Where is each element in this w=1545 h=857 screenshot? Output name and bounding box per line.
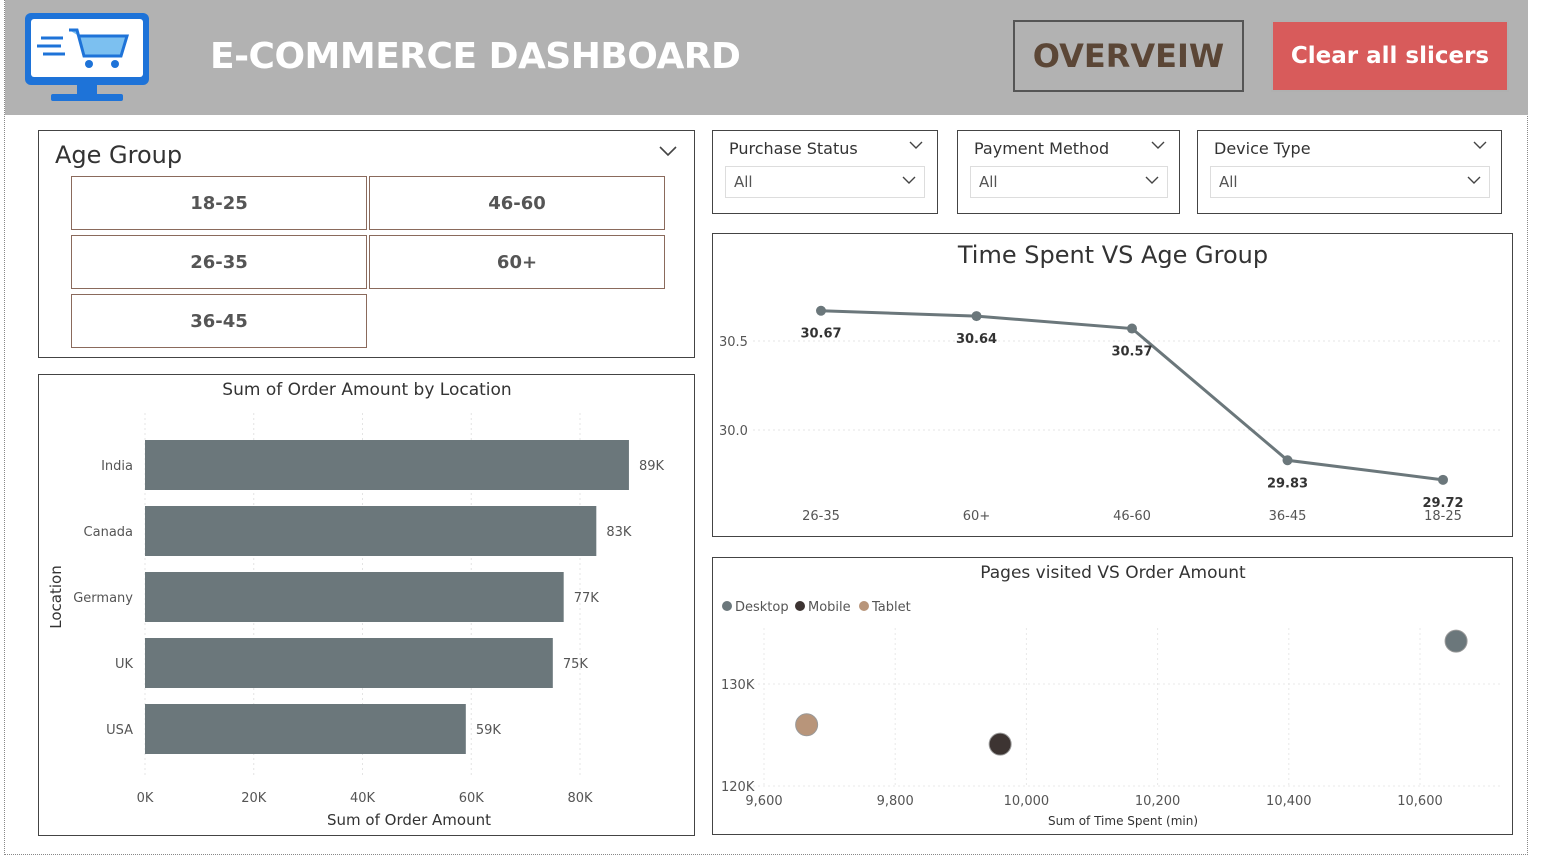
data-label: 30.57 [1111, 345, 1152, 360]
y-axis-label: Location [47, 565, 65, 628]
slicer-title: Payment Method [974, 139, 1110, 158]
overview-button[interactable]: OVERVEIW [1013, 20, 1244, 92]
chart-title: Time Spent VS Age Group [957, 241, 1268, 269]
bar-germany[interactable] [145, 572, 564, 622]
data-label: 89K [639, 459, 665, 474]
chevron-down-icon [1145, 176, 1159, 184]
x-tick-label: 80K [567, 791, 593, 806]
y-tick-label: 130K [721, 678, 755, 693]
line-point[interactable] [816, 305, 826, 316]
x-tick-label: 10,400 [1266, 794, 1312, 809]
device-type-dropdown[interactable]: All [1210, 166, 1490, 198]
y-tick-label: USA [106, 723, 133, 738]
scatter-point-tablet[interactable] [795, 713, 819, 737]
dashboard-header: E-COMMERCE DASHBOARD OVERVEIW Clear all … [5, 0, 1528, 115]
data-label: 29.83 [1267, 476, 1308, 491]
y-tick-label: India [101, 459, 133, 474]
legend-label-desktop[interactable]: Desktop [735, 600, 789, 615]
y-tick-label: 30.0 [719, 424, 748, 439]
data-label: 30.67 [800, 327, 841, 342]
line-chart-svg: Time Spent VS Age Group 30.5 30.0 30.67 26… [719, 241, 1503, 524]
x-tick-label: 18-25 [1424, 509, 1462, 524]
age-option-36-45[interactable]: 36-45 [71, 294, 367, 348]
x-tick-label: 26-35 [802, 509, 840, 524]
payment-method-dropdown[interactable]: All [970, 166, 1168, 198]
x-tick-label: 60K [459, 791, 485, 806]
age-group-slicer: Age Group 18-25 46-60 26-35 60+ 36-45 [38, 130, 695, 358]
slicer-title: Device Type [1214, 139, 1311, 158]
y-tick-label: 120K [721, 780, 755, 795]
purchase-status-dropdown[interactable]: All [725, 166, 925, 198]
x-tick-label: 10,000 [1004, 794, 1050, 809]
age-group-title: Age Group [55, 141, 183, 169]
x-tick-label: 40K [350, 791, 376, 806]
legend-swatch-desktop [722, 601, 732, 611]
legend-label-tablet[interactable]: Tablet [871, 600, 911, 615]
scatter-chart-svg: Pages visited VS Order Amount Sum of Tim… [721, 563, 1503, 828]
x-tick-label: 36-45 [1269, 509, 1307, 524]
x-tick-label: 46-60 [1113, 509, 1151, 524]
line-point[interactable] [1438, 474, 1448, 485]
chevron-down-icon[interactable] [1473, 141, 1487, 150]
y-tick-label: Germany [73, 591, 133, 606]
chart-title: Sum of Order Amount by Location [222, 380, 511, 400]
bar-chart-svg: Sum of Order Amount by Location Location… [47, 380, 665, 829]
scatter-point-mobile[interactable] [988, 732, 1012, 756]
bar-usa[interactable] [145, 704, 466, 754]
x-tick-label: 0K [137, 791, 154, 806]
data-label: 77K [574, 591, 600, 606]
pages-visited-vs-order-amount-chart: Pages visited VS Order Amount Sum of Tim… [712, 557, 1513, 835]
x-tick-label: 9,600 [745, 794, 782, 809]
x-tick-label: 9,800 [877, 794, 914, 809]
scatter-point-desktop[interactable] [1444, 629, 1468, 653]
x-tick-label: 10,600 [1397, 794, 1443, 809]
y-tick-label: Canada [84, 525, 133, 540]
y-tick-label: UK [115, 657, 134, 672]
chart-title: Pages visited VS Order Amount [980, 563, 1246, 583]
slicer-title: Purchase Status [729, 139, 858, 158]
chevron-down-icon[interactable] [1151, 141, 1165, 150]
age-option-46-60[interactable]: 46-60 [369, 176, 665, 230]
line-point[interactable] [1282, 455, 1293, 466]
chevron-down-icon[interactable] [658, 145, 678, 157]
bar-canada[interactable] [145, 506, 597, 556]
slicer-value: All [979, 173, 998, 191]
data-label: 59K [476, 723, 502, 738]
payment-method-slicer: Payment Method All [957, 130, 1180, 214]
x-tick-label: 10,200 [1135, 794, 1181, 809]
line-point[interactable] [971, 311, 982, 322]
x-axis-label: Sum of Order Amount [327, 811, 491, 829]
data-label: 83K [606, 525, 632, 540]
x-tick-label: 20K [241, 791, 267, 806]
legend-swatch-mobile [795, 601, 805, 611]
age-option-18-25[interactable]: 18-25 [71, 176, 367, 230]
slicer-value: All [734, 173, 753, 191]
time-spent-vs-age-chart: Time Spent VS Age Group 30.5 30.0 30.67 26… [712, 233, 1513, 537]
clear-all-slicers-button[interactable]: Clear all slicers [1271, 20, 1509, 92]
shopping-cart-monitor-icon [25, 13, 149, 101]
series-line [820, 309, 1444, 482]
dashboard-title: E-COMMERCE DASHBOARD [210, 36, 741, 77]
device-type-slicer: Device Type All [1197, 130, 1502, 214]
bar-india[interactable] [145, 440, 629, 490]
line-point[interactable] [1127, 323, 1137, 334]
x-axis-label: Sum of Time Spent (min) [1048, 814, 1198, 828]
order-amount-by-location-chart: Sum of Order Amount by Location Location… [38, 374, 695, 836]
legend-label-mobile[interactable]: Mobile [808, 600, 851, 615]
chevron-down-icon [902, 176, 916, 184]
y-tick-label: 30.5 [719, 335, 748, 350]
slicer-value: All [1219, 173, 1238, 191]
age-option-26-35[interactable]: 26-35 [71, 235, 367, 289]
data-label: 30.64 [956, 332, 997, 347]
chevron-down-icon [1467, 176, 1481, 184]
chevron-down-icon[interactable] [909, 141, 923, 150]
legend-swatch-tablet [859, 601, 869, 611]
data-label: 75K [563, 657, 589, 672]
age-option-60-plus[interactable]: 60+ [369, 235, 665, 289]
purchase-status-slicer: Purchase Status All [712, 130, 938, 214]
bar-uk[interactable] [145, 638, 553, 688]
x-tick-label: 60+ [963, 509, 990, 524]
